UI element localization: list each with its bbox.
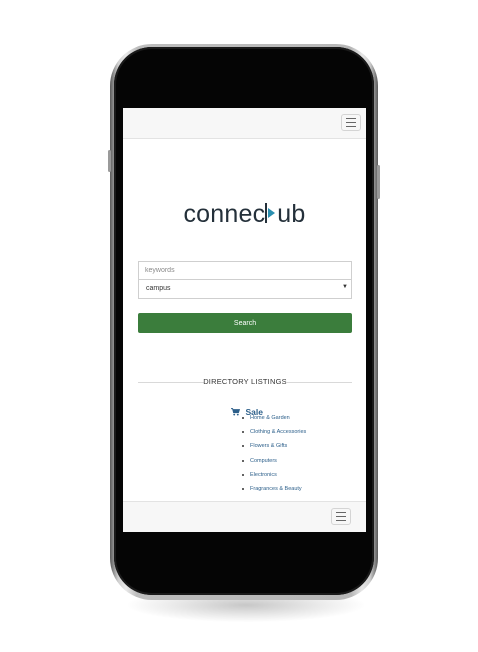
top-navbar xyxy=(123,108,366,139)
subcategory-label: Electronics xyxy=(250,471,277,478)
campus-select-value: campus xyxy=(146,285,171,292)
directory-listings-heading: DIRECTORY LISTINGS xyxy=(138,377,352,387)
shopping-cart-icon xyxy=(231,403,241,421)
subcategory-electronics[interactable]: Electronics xyxy=(241,471,306,485)
subcategory-fragrances-beauty[interactable]: Fragrances & Beauty xyxy=(241,485,306,499)
search-form: campus ▼ xyxy=(138,261,352,299)
subcategory-clothing-accessories[interactable]: Clothing & Accessories xyxy=(241,428,306,442)
subcategory-label: Computers xyxy=(250,457,277,464)
category-sale-link[interactable]: Sale xyxy=(231,402,263,417)
heading-divider-right xyxy=(286,382,352,383)
logo-text-start: connec xyxy=(183,200,266,228)
subcategory-list: Home & Garden Clothing & Accessories Flo… xyxy=(241,414,306,499)
subcategory-home-garden[interactable]: Home & Garden xyxy=(241,414,306,428)
subcategory-label: Home & Garden xyxy=(250,415,290,421)
search-button[interactable]: Search xyxy=(138,313,352,333)
phone-volume-button xyxy=(108,150,111,172)
subcategory-flowers-gifts[interactable]: Flowers & Gifts xyxy=(241,442,306,456)
subcategory-label: Flowers & Gifts xyxy=(250,443,288,450)
bottom-navbar xyxy=(123,501,366,532)
campus-select[interactable]: campus ▼ xyxy=(138,280,352,299)
logo-text-end: ub xyxy=(277,200,306,228)
phone-screen: connec ub campus ▼ Search DIRECTORY LISTI… xyxy=(123,108,366,532)
hamburger-menu-icon[interactable] xyxy=(331,508,351,525)
connecthub-logo: connec ub xyxy=(123,200,366,229)
phone-power-button xyxy=(377,165,380,199)
select-caret-icon: ▼ xyxy=(342,284,348,290)
keywords-input[interactable] xyxy=(138,261,352,280)
hamburger-menu-icon[interactable] xyxy=(341,114,361,131)
subcategory-label: Clothing & Accessories xyxy=(250,429,307,436)
subcategory-computers[interactable]: Computers xyxy=(241,457,306,471)
subcategory-label: Fragrances & Beauty xyxy=(250,485,302,492)
logo-play-mark-icon xyxy=(265,203,277,223)
